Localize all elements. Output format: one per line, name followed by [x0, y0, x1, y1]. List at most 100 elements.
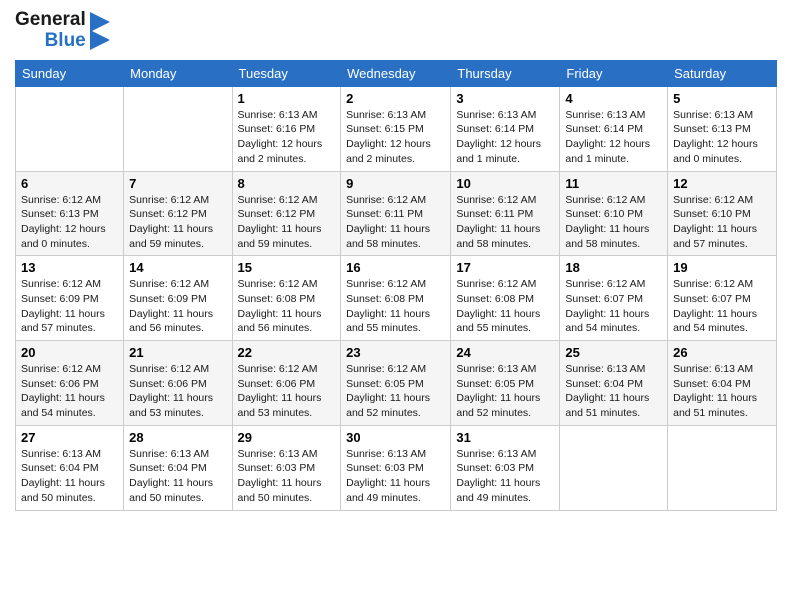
- day-info: Sunrise: 6:12 AM Sunset: 6:06 PM Dayligh…: [129, 362, 226, 421]
- day-number: 8: [238, 176, 336, 191]
- day-info: Sunrise: 6:12 AM Sunset: 6:06 PM Dayligh…: [21, 362, 118, 421]
- header-day-monday: Monday: [124, 60, 232, 86]
- day-number: 10: [456, 176, 554, 191]
- day-info: Sunrise: 6:12 AM Sunset: 6:13 PM Dayligh…: [21, 193, 118, 252]
- day-info: Sunrise: 6:12 AM Sunset: 6:12 PM Dayligh…: [238, 193, 336, 252]
- day-number: 26: [673, 345, 771, 360]
- calendar-cell: [16, 86, 124, 171]
- day-number: 27: [21, 430, 118, 445]
- calendar-cell: 3 Sunrise: 6:13 AM Sunset: 6:14 PM Daylig…: [451, 86, 560, 171]
- day-info: Sunrise: 6:13 AM Sunset: 6:04 PM Dayligh…: [565, 362, 662, 421]
- day-number: 5: [673, 91, 771, 106]
- day-number: 4: [565, 91, 662, 106]
- calendar-cell: 14Sunrise: 6:12 AM Sunset: 6:09 PM Dayli…: [124, 256, 232, 341]
- day-number: 2: [346, 91, 445, 106]
- header-day-saturday: Saturday: [668, 60, 777, 86]
- logo-blue-text: Blue: [45, 31, 86, 52]
- calendar-cell: 22 Sunrise: 6:12 AM Sunset: 6:06 PM Dayli…: [232, 341, 341, 426]
- header-day-sunday: Sunday: [16, 60, 124, 86]
- header-day-friday: Friday: [560, 60, 668, 86]
- calendar-week-row: 6 Sunrise: 6:12 AM Sunset: 6:13 PM Daylig…: [16, 171, 777, 256]
- calendar-cell: 30 Sunrise: 6:13 AM Sunset: 6:03 PM Dayli…: [341, 425, 451, 510]
- calendar-cell: 24Sunrise: 6:13 AM Sunset: 6:05 PM Dayli…: [451, 341, 560, 426]
- calendar-cell: [560, 425, 668, 510]
- calendar-week-row: 27 Sunrise: 6:13 AM Sunset: 6:04 PM Dayli…: [16, 425, 777, 510]
- calendar-week-row: 20 Sunrise: 6:12 AM Sunset: 6:06 PM Dayli…: [16, 341, 777, 426]
- calendar-cell: 31 Sunrise: 6:13 AM Sunset: 6:03 PM Dayli…: [451, 425, 560, 510]
- calendar-cell: 19Sunrise: 6:12 AM Sunset: 6:07 PM Dayli…: [668, 256, 777, 341]
- day-info: Sunrise: 6:12 AM Sunset: 6:10 PM Dayligh…: [673, 193, 771, 252]
- day-info: Sunrise: 6:13 AM Sunset: 6:04 PM Dayligh…: [129, 447, 226, 506]
- day-info: Sunrise: 6:13 AM Sunset: 6:03 PM Dayligh…: [238, 447, 336, 506]
- logo: General Blue: [15, 10, 110, 52]
- day-number: 16: [346, 260, 445, 275]
- logo-triangle-icon: [88, 12, 110, 50]
- day-number: 23: [346, 345, 445, 360]
- day-number: 28: [129, 430, 226, 445]
- calendar-cell: 25 Sunrise: 6:13 AM Sunset: 6:04 PM Dayli…: [560, 341, 668, 426]
- day-number: 19: [673, 260, 771, 275]
- day-info: Sunrise: 6:13 AM Sunset: 6:13 PM Dayligh…: [673, 108, 771, 167]
- day-info: Sunrise: 6:12 AM Sunset: 6:09 PM Dayligh…: [21, 277, 118, 336]
- calendar-cell: 15 Sunrise: 6:12 AM Sunset: 6:08 PM Dayli…: [232, 256, 341, 341]
- day-info: Sunrise: 6:13 AM Sunset: 6:03 PM Dayligh…: [346, 447, 445, 506]
- calendar-week-row: 13 Sunrise: 6:12 AM Sunset: 6:09 PM Dayli…: [16, 256, 777, 341]
- day-info: Sunrise: 6:12 AM Sunset: 6:09 PM Dayligh…: [129, 277, 226, 336]
- calendar-cell: 29 Sunrise: 6:13 AM Sunset: 6:03 PM Dayli…: [232, 425, 341, 510]
- day-number: 1: [238, 91, 336, 106]
- calendar-cell: 11Sunrise: 6:12 AM Sunset: 6:10 PM Dayli…: [560, 171, 668, 256]
- day-number: 17: [456, 260, 554, 275]
- day-info: Sunrise: 6:12 AM Sunset: 6:12 PM Dayligh…: [129, 193, 226, 252]
- day-number: 15: [238, 260, 336, 275]
- day-number: 22: [238, 345, 336, 360]
- day-info: Sunrise: 6:12 AM Sunset: 6:08 PM Dayligh…: [238, 277, 336, 336]
- day-number: 24: [456, 345, 554, 360]
- day-number: 31: [456, 430, 554, 445]
- calendar-cell: 1 Sunrise: 6:13 AM Sunset: 6:16 PM Daylig…: [232, 86, 341, 171]
- header-day-thursday: Thursday: [451, 60, 560, 86]
- day-number: 29: [238, 430, 336, 445]
- day-info: Sunrise: 6:13 AM Sunset: 6:04 PM Dayligh…: [21, 447, 118, 506]
- day-number: 7: [129, 176, 226, 191]
- calendar-cell: 2 Sunrise: 6:13 AM Sunset: 6:15 PM Daylig…: [341, 86, 451, 171]
- calendar-cell: 28 Sunrise: 6:13 AM Sunset: 6:04 PM Dayli…: [124, 425, 232, 510]
- day-info: Sunrise: 6:12 AM Sunset: 6:10 PM Dayligh…: [565, 193, 662, 252]
- day-info: Sunrise: 6:12 AM Sunset: 6:05 PM Dayligh…: [346, 362, 445, 421]
- day-info: Sunrise: 6:13 AM Sunset: 6:03 PM Dayligh…: [456, 447, 554, 506]
- day-number: 9: [346, 176, 445, 191]
- calendar-cell: 17 Sunrise: 6:12 AM Sunset: 6:08 PM Dayli…: [451, 256, 560, 341]
- day-number: 12: [673, 176, 771, 191]
- calendar-header-row: SundayMondayTuesdayWednesdayThursdayFrid…: [16, 60, 777, 86]
- day-number: 13: [21, 260, 118, 275]
- calendar-cell: 7 Sunrise: 6:12 AM Sunset: 6:12 PM Daylig…: [124, 171, 232, 256]
- header-day-wednesday: Wednesday: [341, 60, 451, 86]
- day-info: Sunrise: 6:12 AM Sunset: 6:11 PM Dayligh…: [346, 193, 445, 252]
- calendar-cell: 8 Sunrise: 6:12 AM Sunset: 6:12 PM Daylig…: [232, 171, 341, 256]
- calendar-cell: 5 Sunrise: 6:13 AM Sunset: 6:13 PM Daylig…: [668, 86, 777, 171]
- calendar-cell: 20 Sunrise: 6:12 AM Sunset: 6:06 PM Dayli…: [16, 341, 124, 426]
- day-info: Sunrise: 6:13 AM Sunset: 6:14 PM Dayligh…: [456, 108, 554, 167]
- day-info: Sunrise: 6:12 AM Sunset: 6:06 PM Dayligh…: [238, 362, 336, 421]
- calendar-cell: 12 Sunrise: 6:12 AM Sunset: 6:10 PM Dayli…: [668, 171, 777, 256]
- calendar-cell: 13 Sunrise: 6:12 AM Sunset: 6:09 PM Dayli…: [16, 256, 124, 341]
- day-info: Sunrise: 6:13 AM Sunset: 6:15 PM Dayligh…: [346, 108, 445, 167]
- calendar-cell: 26 Sunrise: 6:13 AM Sunset: 6:04 PM Dayli…: [668, 341, 777, 426]
- calendar-cell: 16Sunrise: 6:12 AM Sunset: 6:08 PM Dayli…: [341, 256, 451, 341]
- day-info: Sunrise: 6:12 AM Sunset: 6:08 PM Dayligh…: [456, 277, 554, 336]
- day-number: 25: [565, 345, 662, 360]
- day-number: 6: [21, 176, 118, 191]
- calendar-table: SundayMondayTuesdayWednesdayThursdayFrid…: [15, 60, 777, 511]
- calendar-cell: 6 Sunrise: 6:12 AM Sunset: 6:13 PM Daylig…: [16, 171, 124, 256]
- calendar-cell: [124, 86, 232, 171]
- day-number: 20: [21, 345, 118, 360]
- logo-general-text: General: [15, 10, 86, 31]
- day-number: 18: [565, 260, 662, 275]
- day-info: Sunrise: 6:13 AM Sunset: 6:14 PM Dayligh…: [565, 108, 662, 167]
- day-info: Sunrise: 6:13 AM Sunset: 6:04 PM Dayligh…: [673, 362, 771, 421]
- calendar-week-row: 1 Sunrise: 6:13 AM Sunset: 6:16 PM Daylig…: [16, 86, 777, 171]
- day-info: Sunrise: 6:13 AM Sunset: 6:16 PM Dayligh…: [238, 108, 336, 167]
- day-number: 3: [456, 91, 554, 106]
- page: General Blue SundayMondayTuesdayWednesda…: [0, 0, 792, 612]
- calendar-cell: 4 Sunrise: 6:13 AM Sunset: 6:14 PM Daylig…: [560, 86, 668, 171]
- day-number: 30: [346, 430, 445, 445]
